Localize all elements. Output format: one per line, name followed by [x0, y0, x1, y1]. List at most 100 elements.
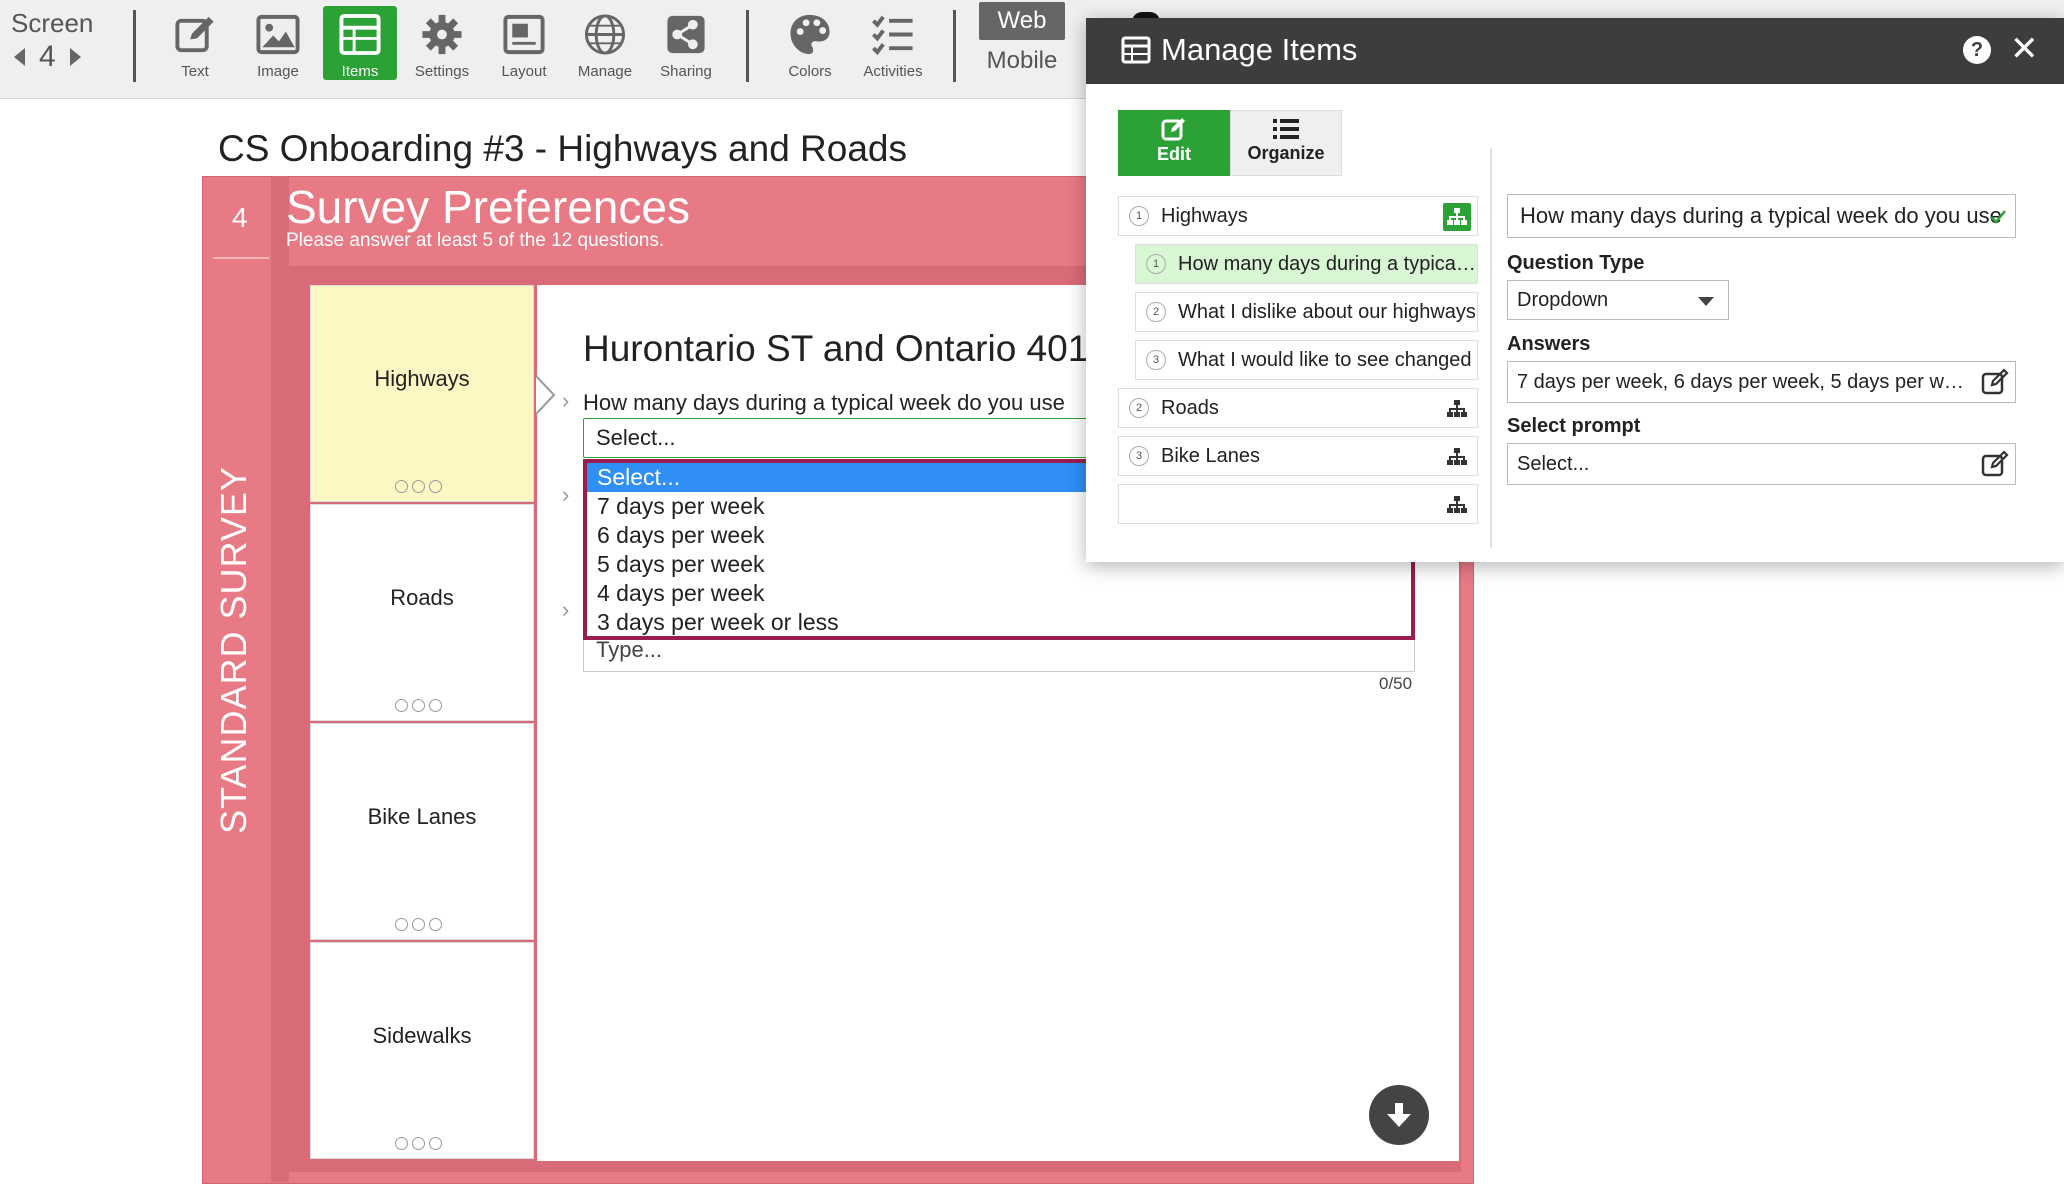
- question-text-field[interactable]: How many days during a typical week do y…: [1507, 194, 2016, 238]
- globe-icon: [584, 14, 626, 55]
- tab-edit[interactable]: Edit: [1118, 110, 1230, 176]
- side-strip: [271, 176, 289, 1182]
- settings-tool-button[interactable]: Settings: [405, 6, 479, 80]
- hierarchy-icon[interactable]: [1443, 491, 1471, 519]
- page-title: CS Onboarding #3 - Highways and Roads: [218, 128, 907, 169]
- edit-icon[interactable]: [1981, 368, 2009, 396]
- tree-item-bike-lanes[interactable]: 3 Bike Lanes: [1118, 436, 1478, 476]
- tree-item-question-3[interactable]: 3 What I would like to see changed: [1135, 340, 1478, 380]
- answers-field[interactable]: 7 days per week, 6 days per week, 5 days…: [1507, 361, 2016, 403]
- scroll-down-button[interactable]: [1369, 1085, 1429, 1145]
- activities-tool-button[interactable]: Activities: [856, 6, 930, 80]
- survey-title: Survey Preferences: [286, 181, 690, 233]
- question-type-label: Question Type: [1507, 252, 1645, 274]
- activities-tool-label: Activities: [863, 63, 923, 80]
- tree-item-question-2[interactable]: 2 What I dislike about our highways: [1135, 292, 1478, 332]
- answers-value: 7 days per week, 6 days per week, 5 days…: [1517, 371, 2016, 393]
- share-icon: [667, 15, 705, 54]
- category-card-sidewalks[interactable]: Sidewalks: [310, 942, 534, 1159]
- help-icon[interactable]: ?: [1963, 36, 1991, 64]
- item-number: 2: [1146, 302, 1166, 322]
- checklist-icon: [872, 15, 913, 56]
- category-card-roads[interactable]: Roads: [310, 504, 534, 721]
- tree-item-sidewalks[interactable]: [1118, 484, 1478, 524]
- tree-item-label: Highways: [1161, 204, 1248, 227]
- category-label: Roads: [390, 585, 454, 610]
- tab-edit-label: Edit: [1157, 144, 1191, 164]
- toolbar-divider: [953, 10, 956, 82]
- character-counter: 0/50: [1379, 674, 1413, 693]
- palette-icon: [790, 14, 830, 55]
- manage-tool-label: Manage: [577, 63, 633, 80]
- tree-item-label: What I dislike about our highways: [1178, 300, 1476, 323]
- items-tool-button[interactable]: Items: [323, 6, 397, 80]
- tree-item-question-1[interactable]: 1 How many days during a typical week do…: [1135, 244, 1478, 284]
- question-type-select[interactable]: Dropdown: [1507, 280, 1729, 320]
- dropdown-option[interactable]: 4 days per week: [587, 579, 1411, 608]
- image-tool-button[interactable]: Image: [241, 6, 315, 80]
- toolbar-divider: [133, 10, 136, 82]
- hierarchy-icon[interactable]: [1443, 203, 1471, 231]
- tab-organize[interactable]: Organize: [1230, 110, 1342, 176]
- category-card-highways[interactable]: Highways: [310, 285, 534, 502]
- chevron-right-icon: ›: [562, 597, 570, 622]
- mobile-mode-button[interactable]: Mobile: [979, 44, 1065, 78]
- layout-icon: [503, 14, 545, 55]
- image-icon: [256, 14, 300, 55]
- question-type-value: Dropdown: [1517, 289, 1609, 311]
- item-number: 3: [1146, 350, 1166, 370]
- question-text-value: How many days during a typical week do y…: [1520, 203, 2002, 228]
- survey-side-label: STANDARD SURVEY: [213, 466, 254, 834]
- progress-dots: [395, 1137, 442, 1150]
- layout-tool-label: Layout: [501, 63, 547, 80]
- manage-tool-button[interactable]: Manage: [568, 6, 642, 80]
- progress-dots: [395, 918, 442, 931]
- selected-category-pointer-icon: [535, 375, 556, 415]
- settings-tool-label: Settings: [414, 63, 470, 80]
- layout-tool-button[interactable]: Layout: [487, 6, 561, 80]
- item-number: 3: [1129, 446, 1149, 466]
- survey-screen-number: 4: [232, 202, 248, 233]
- screen-number: 4: [39, 40, 56, 73]
- text-edit-icon: [175, 16, 214, 53]
- tree-item-label: Bike Lanes: [1161, 444, 1260, 467]
- progress-dots: [395, 699, 442, 712]
- text-tool-label: Text: [181, 63, 209, 80]
- tree-item-roads[interactable]: 2 Roads: [1118, 388, 1478, 428]
- hierarchy-icon[interactable]: [1443, 395, 1471, 423]
- colors-tool-button[interactable]: Colors: [773, 6, 847, 80]
- edit-icon: [1161, 118, 1185, 141]
- answers-label: Answers: [1507, 333, 1591, 355]
- next-screen-icon[interactable]: [69, 48, 81, 66]
- previous-screen-icon[interactable]: [14, 48, 25, 66]
- question-heading: Hurontario ST and Ontario 401: [583, 328, 1089, 369]
- screen-navigator: 4: [14, 40, 81, 74]
- hierarchy-icon[interactable]: [1443, 443, 1471, 471]
- web-mode-button[interactable]: Web: [979, 2, 1065, 40]
- screen-label: Screen: [11, 8, 94, 38]
- text-tool-button[interactable]: Text: [158, 6, 232, 80]
- items-tool-label: Items: [341, 63, 379, 80]
- select-prompt-field[interactable]: Select...: [1507, 443, 2016, 485]
- tree-item-label: How many days during a typical week do y…: [1178, 252, 1477, 275]
- panel-divider: [1490, 148, 1492, 548]
- arrow-down-icon: [1387, 1103, 1411, 1127]
- close-icon[interactable]: ✕: [2010, 30, 2039, 68]
- item-number: 1: [1129, 206, 1149, 226]
- survey-subtitle: Please answer at least 5 of the 12 quest…: [286, 230, 665, 251]
- list-icon: [1273, 119, 1299, 139]
- caret-down-icon: [1698, 297, 1714, 306]
- sharing-tool-button[interactable]: Sharing: [649, 6, 723, 80]
- tree-item-highways[interactable]: 1 Highways: [1118, 196, 1478, 236]
- manage-items-title: Manage Items: [1161, 32, 1358, 67]
- select-prompt-value: Select...: [1517, 453, 1590, 475]
- category-card-bike-lanes[interactable]: Bike Lanes: [310, 723, 534, 940]
- select-prompt-label: Select prompt: [1507, 415, 1641, 437]
- edit-icon[interactable]: [1981, 450, 2009, 478]
- progress-dots: [395, 480, 442, 493]
- chevron-right-icon: ›: [562, 482, 570, 507]
- item-number: 1: [1146, 254, 1166, 274]
- category-label: Sidewalks: [372, 1023, 472, 1048]
- chevron-right-icon: ›: [562, 388, 570, 413]
- dropdown-option[interactable]: 3 days per week or less: [587, 608, 1411, 637]
